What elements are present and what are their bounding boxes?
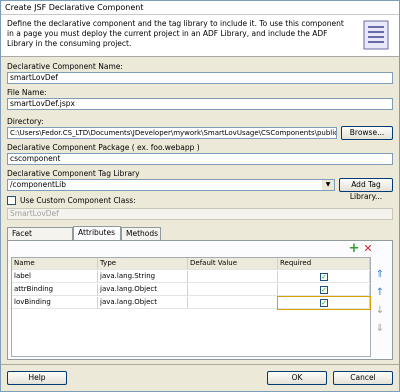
cancel-button[interactable]: Cancel <box>333 371 393 385</box>
taglib-value: /componentLib <box>10 180 66 189</box>
custom-class-input: SmartLovDef <box>7 208 393 220</box>
banner-text: Define the declarative component and the… <box>7 19 344 48</box>
package-label: Declarative Component Package ( ex. foo.… <box>7 143 200 152</box>
header-default-value: Default Value <box>188 258 278 270</box>
header-name: Name <box>12 258 98 270</box>
directory-input[interactable]: C:\Users\Fedor.CS_LTD\Documents\JDevelop… <box>7 127 337 139</box>
chevron-down-icon[interactable]: ▼ <box>322 180 334 190</box>
add-icon[interactable]: + <box>348 242 360 255</box>
required-checkbox[interactable]: ✓ <box>320 273 328 281</box>
directory-label: Directory: <box>7 117 44 126</box>
use-custom-class-checkbox[interactable] <box>7 196 16 205</box>
file-name-label: File Name: <box>7 88 47 97</box>
browse-button[interactable]: Browse... <box>341 126 393 140</box>
table-row[interactable]: attrBinding java.lang.Object ✓ <box>12 284 370 296</box>
required-checkbox[interactable]: ✓ <box>320 299 328 307</box>
row-name[interactable]: label <box>12 271 98 283</box>
description-banner: Define the declarative component and the… <box>1 15 399 57</box>
move-down-icon[interactable]: ↓ <box>374 305 386 317</box>
tab-attributes[interactable]: Attributes <box>73 226 121 240</box>
move-up-icon[interactable]: ↑ <box>374 287 386 299</box>
row-required: ✓ <box>278 284 370 296</box>
row-default[interactable] <box>188 271 278 283</box>
package-input[interactable]: cscomponent <box>7 153 393 165</box>
row-type[interactable]: java.lang.String <box>98 271 188 283</box>
move-top-icon[interactable]: ⇑ <box>374 269 386 281</box>
tab-facet-definitions[interactable]: Facet Definitions <box>7 227 73 250</box>
taglib-label: Declarative Component Tag Library <box>7 169 140 178</box>
attributes-table: Name Type Default Value Required label j… <box>11 257 371 357</box>
component-name-label: Declarative Component Name: <box>7 62 123 71</box>
attributes-panel: + ✕ Name Type Default Value Required lab… <box>7 240 393 360</box>
row-required: ✓ <box>278 271 370 283</box>
row-name[interactable]: lovBinding <box>12 297 98 309</box>
table-header-row: Name Type Default Value Required <box>12 258 370 270</box>
footer-divider <box>1 364 399 365</box>
row-type[interactable]: java.lang.Object <box>98 297 188 309</box>
row-name[interactable]: attrBinding <box>12 284 98 296</box>
table-row[interactable]: label java.lang.String ✓ <box>12 271 370 283</box>
row-type[interactable]: java.lang.Object <box>98 284 188 296</box>
file-name-input[interactable]: smartLovDef.jspx <box>7 98 393 110</box>
move-bottom-icon[interactable]: ⇓ <box>374 323 386 335</box>
document-icon <box>363 20 389 50</box>
taglib-select[interactable]: /componentLib ▼ <box>7 179 335 191</box>
create-declarative-component-dialog: Create JSF Declarative Component Define … <box>0 0 400 392</box>
tab-methods[interactable]: Methods <box>121 227 161 240</box>
required-checkbox[interactable]: ✓ <box>320 286 328 294</box>
add-tag-library-button[interactable]: Add Tag Library... <box>339 178 393 201</box>
header-type: Type <box>98 258 188 270</box>
row-default[interactable] <box>188 297 278 309</box>
table-row[interactable]: lovBinding java.lang.Object ✓ <box>12 296 371 310</box>
header-required: Required <box>278 258 370 270</box>
component-name-input[interactable]: smartLovDef <box>7 72 393 84</box>
help-button[interactable]: Help <box>7 371 67 385</box>
ok-button[interactable]: OK <box>267 371 327 385</box>
remove-icon[interactable]: ✕ <box>362 243 374 255</box>
custom-class-label: Use Custom Component Class: <box>20 196 136 205</box>
row-required: ✓ <box>277 296 371 310</box>
window-title: Create JSF Declarative Component <box>1 1 399 15</box>
row-default[interactable] <box>188 284 278 296</box>
